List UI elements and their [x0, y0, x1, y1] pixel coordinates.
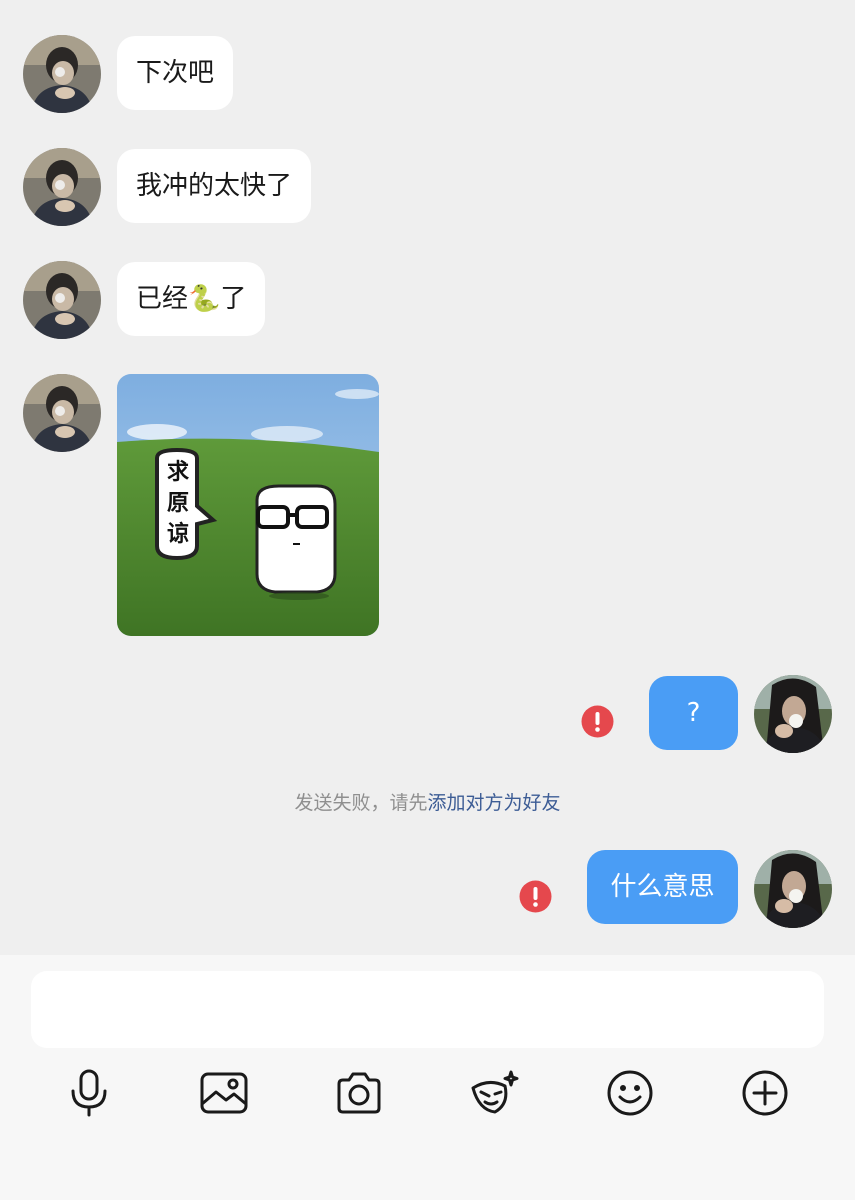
- image-icon[interactable]: [196, 1065, 252, 1121]
- message-text-suffix: 了: [220, 284, 247, 314]
- add-friend-link[interactable]: 添加对方为好友: [428, 792, 561, 814]
- send-failed-notice: 发送失败，请先添加对方为好友: [0, 788, 855, 815]
- snake-emoji: 🐍: [188, 284, 221, 314]
- message-input[interactable]: [31, 971, 824, 1048]
- my-avatar[interactable]: [754, 850, 832, 928]
- chat-message-list[interactable]: 下次吧 我冲的太快了 已经🐍了 求原谅 ? 发送失败，请先添加对方为好友 什么意…: [0, 0, 855, 955]
- sticker-message[interactable]: 求原谅: [117, 374, 379, 636]
- message-text: ?: [686, 698, 701, 728]
- message-text: 下次吧: [136, 58, 215, 88]
- contact-avatar[interactable]: [23, 148, 101, 226]
- contact-avatar[interactable]: [23, 261, 101, 339]
- send-failed-icon[interactable]: [581, 705, 614, 738]
- message-text: 已经: [136, 284, 189, 314]
- notice-text: 发送失败，请先: [294, 792, 428, 814]
- camera-icon[interactable]: [331, 1065, 387, 1121]
- incoming-message-bubble[interactable]: 下次吧: [117, 36, 234, 110]
- outgoing-message-bubble[interactable]: ?: [649, 676, 738, 750]
- microphone-icon[interactable]: [61, 1065, 117, 1121]
- smiley-icon[interactable]: [602, 1065, 658, 1121]
- input-panel: [0, 955, 855, 1200]
- sticker-caption: 求原谅: [166, 460, 189, 547]
- contact-avatar[interactable]: [23, 35, 101, 113]
- plus-icon[interactable]: [737, 1065, 793, 1121]
- message-text: 我冲的太快了: [136, 171, 293, 201]
- incoming-message-bubble[interactable]: 已经🐍了: [117, 262, 266, 336]
- send-failed-icon[interactable]: [519, 880, 552, 913]
- my-avatar[interactable]: [754, 675, 832, 753]
- mask-effect-icon[interactable]: [466, 1065, 522, 1121]
- contact-avatar[interactable]: [23, 374, 101, 452]
- incoming-message-bubble[interactable]: 我冲的太快了: [117, 149, 312, 223]
- message-text: 什么意思: [610, 872, 715, 902]
- outgoing-message-bubble[interactable]: 什么意思: [587, 850, 738, 924]
